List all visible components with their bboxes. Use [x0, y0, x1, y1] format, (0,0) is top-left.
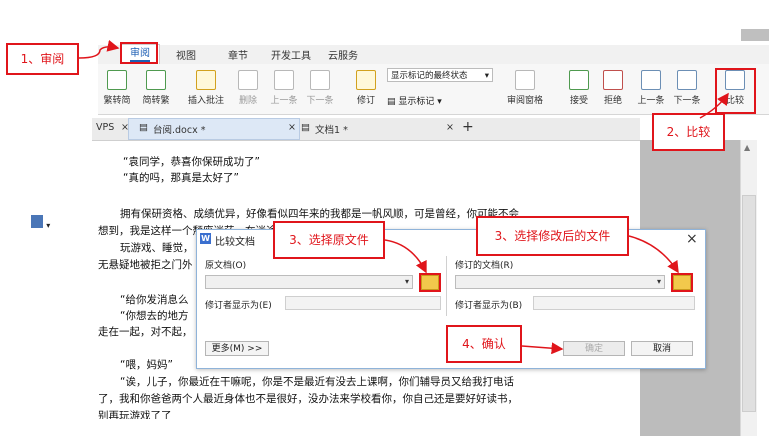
annotation-arrows	[78, 39, 729, 355]
